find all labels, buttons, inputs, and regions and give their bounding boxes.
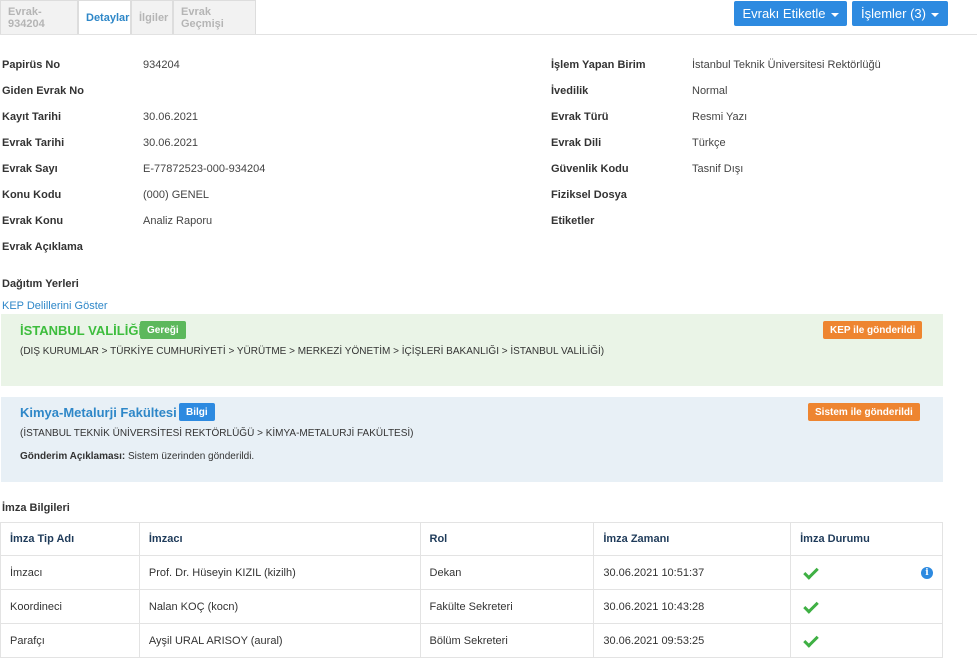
tab-evrak-gecmisi[interactable]: Evrak Geçmişi	[173, 0, 256, 34]
table-row: Koordineci Nalan KOÇ (kocn) Fakülte Sekr…	[0, 589, 943, 624]
label-evrak-konu: Evrak Konu	[2, 215, 64, 227]
type-badge: Bilgi	[179, 403, 215, 421]
cell-signer: Nalan KOÇ (kocn)	[138, 589, 421, 624]
info-icon[interactable]: i	[921, 567, 933, 579]
label-evrak-sayi: Evrak Sayı	[2, 163, 58, 175]
cell-status	[790, 589, 943, 624]
column-header: İmza Tip Adı	[0, 522, 140, 556]
value-islem-yapan-birim: İstanbul Teknik Üniversitesi Rektörlüğü	[692, 59, 881, 71]
label-evrak-aciklama: Evrak Açıklama	[2, 241, 83, 253]
cell-type: Parafçı	[0, 623, 140, 658]
distribution-item: Kimya-Metalurji Fakültesi Bilgi Sistem i…	[1, 397, 943, 482]
value-evrak-konu: Analiz Raporu	[143, 215, 213, 227]
distribution-item-name: Kimya-Metalurji Fakültesi	[20, 405, 177, 420]
tab-bar: Evrak-934204 Detaylar İlgiler Evrak Geçm…	[0, 0, 256, 35]
cell-type: İmzacı	[0, 555, 140, 590]
column-header: İmza Zamanı	[593, 522, 792, 556]
value-papirus-no: 934204	[143, 59, 180, 71]
distribution-item-name: İSTANBUL VALİLİĞİ	[20, 323, 143, 338]
value-konu-kodu: (000) GENEL	[143, 189, 210, 201]
label-evrak-tarihi: Evrak Tarihi	[2, 137, 65, 149]
cell-time: 30.06.2021 10:51:37	[593, 555, 792, 590]
label-kayit-tarihi: Kayıt Tarihi	[2, 111, 62, 123]
signatures-title: İmza Bilgileri	[2, 502, 70, 514]
column-header: Rol	[419, 522, 595, 556]
value-evrak-sayi: E-77872523-000-934204	[143, 163, 266, 175]
label-etiketler: Etiketler	[551, 215, 595, 227]
tag-document-button[interactable]: Evrakı Etiketle	[734, 1, 847, 26]
distribution-item-note: Gönderim Açıklaması: Sistem üzerinden gö…	[20, 451, 254, 462]
column-header: İmza Durumu	[790, 522, 943, 556]
label-papirus-no: Papirüs No	[2, 59, 61, 71]
value-guvenlik-kodu: Tasnif Dışı	[692, 163, 744, 175]
check-icon	[803, 563, 819, 580]
label-konu-kodu: Konu Kodu	[2, 189, 62, 201]
chevron-down-icon	[830, 12, 839, 17]
table-row: Parafçı Ayşil URAL ARISOY (aural) Bölüm …	[0, 623, 943, 658]
note-text: Sistem üzerinden gönderildi.	[128, 451, 255, 462]
distribution-item-path: (İSTANBUL TEKNİK ÜNİVERSİTESİ REKTÖRLÜĞÜ…	[20, 428, 414, 439]
type-badge: Gereği	[140, 321, 186, 339]
table-header-row: İmza Tip Adı İmzacı Rol İmza Zamanı İmza…	[0, 522, 943, 556]
actions-button[interactable]: İşlemler (3)	[852, 1, 948, 26]
cell-time: 30.06.2021 09:53:25	[593, 623, 792, 658]
cell-role: Fakülte Sekreteri	[419, 589, 595, 624]
check-icon	[803, 597, 819, 614]
distribution-item-path: (DIŞ KURUMLAR > TÜRKİYE CUMHURİYETİ > YÜ…	[20, 346, 605, 357]
note-label: Gönderim Açıklaması:	[20, 451, 126, 462]
value-evrak-tarihi: 30.06.2021	[143, 137, 199, 149]
status-badge: KEP ile gönderildi	[823, 321, 923, 339]
tab-divider	[0, 34, 977, 35]
check-icon	[803, 631, 819, 648]
tab-ilgiler[interactable]: İlgiler	[131, 0, 173, 34]
label-evrak-turu: Evrak Türü	[551, 111, 609, 123]
cell-signer: Prof. Dr. Hüseyin KIZIL (kizilh)	[138, 555, 421, 590]
cell-status: i	[790, 555, 943, 590]
label-fiziksel-dosya: Fiziksel Dosya	[551, 189, 627, 201]
table-row: İmzacı Prof. Dr. Hüseyin KIZIL (kizilh) …	[0, 555, 943, 590]
chevron-down-icon	[931, 12, 939, 17]
cell-role: Dekan	[419, 555, 595, 590]
label-giden-evrak-no: Giden Evrak No	[2, 85, 84, 97]
cell-signer: Ayşil URAL ARISOY (aural)	[138, 623, 421, 658]
signatures-table: İmza Tip Adı İmzacı Rol İmza Zamanı İmza…	[0, 522, 943, 658]
tag-document-label: Evrakı Etiketle	[742, 6, 826, 21]
label-ivedilik: İvedilik	[551, 85, 589, 97]
distribution-item: İSTANBUL VALİLİĞİ Gereği KEP ile gönderi…	[1, 314, 943, 386]
tab-evrak[interactable]: Evrak-934204	[0, 0, 78, 34]
value-ivedilik: Normal	[692, 85, 728, 97]
cell-type: Koordineci	[0, 589, 140, 624]
label-evrak-dili: Evrak Dili	[551, 137, 602, 149]
kep-evidence-link[interactable]: KEP Delillerini Göster	[2, 300, 108, 312]
distribution-title: Dağıtım Yerleri	[2, 278, 79, 290]
value-kayit-tarihi: 30.06.2021	[143, 111, 199, 123]
label-guvenlik-kodu: Güvenlik Kodu	[551, 163, 629, 175]
column-header: İmzacı	[138, 522, 421, 556]
cell-role: Bölüm Sekreteri	[419, 623, 595, 658]
value-evrak-dili: Türkçe	[692, 137, 726, 149]
cell-status	[790, 623, 943, 658]
value-evrak-turu: Resmi Yazı	[692, 111, 748, 123]
status-badge: Sistem ile gönderildi	[808, 403, 920, 421]
actions-label: İşlemler (3)	[860, 6, 926, 21]
cell-time: 30.06.2021 10:43:28	[593, 589, 792, 624]
tab-detaylar[interactable]: Detaylar	[78, 0, 131, 35]
label-islem-yapan-birim: İşlem Yapan Birim	[551, 59, 646, 71]
